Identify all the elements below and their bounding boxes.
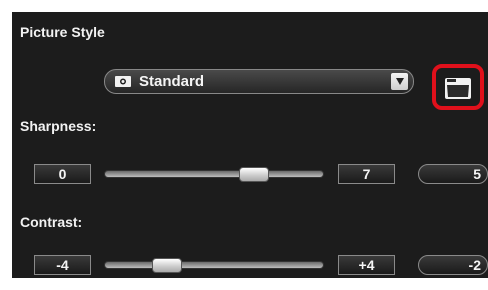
sharpness-value-field[interactable]: 5: [418, 164, 488, 184]
picture-style-dropdown[interactable]: Standard: [104, 69, 414, 94]
sharpness-label: Sharpness:: [20, 118, 97, 134]
contrast-label: Contrast:: [20, 214, 83, 230]
sharpness-max: 7: [338, 164, 395, 184]
open-folder-button[interactable]: [432, 64, 484, 110]
contrast-slider-track[interactable]: [104, 261, 324, 269]
camera-icon: [115, 76, 131, 87]
contrast-value-field[interactable]: -2: [418, 255, 488, 275]
contrast-max: +4: [338, 255, 395, 275]
picture-style-value: Standard: [139, 73, 205, 90]
chevron-down-icon: [391, 73, 408, 90]
sharpness-min: 0: [34, 164, 91, 184]
contrast-slider-thumb[interactable]: [151, 258, 182, 273]
section-title: Picture Style: [20, 24, 105, 40]
folder-icon: [445, 78, 471, 99]
contrast-min: -4: [34, 255, 91, 275]
picture-style-panel: Picture Style Standard Sharpness: 0 7 5 …: [12, 12, 488, 278]
sharpness-slider-thumb[interactable]: [238, 167, 269, 182]
sharpness-slider-track[interactable]: [104, 170, 324, 178]
